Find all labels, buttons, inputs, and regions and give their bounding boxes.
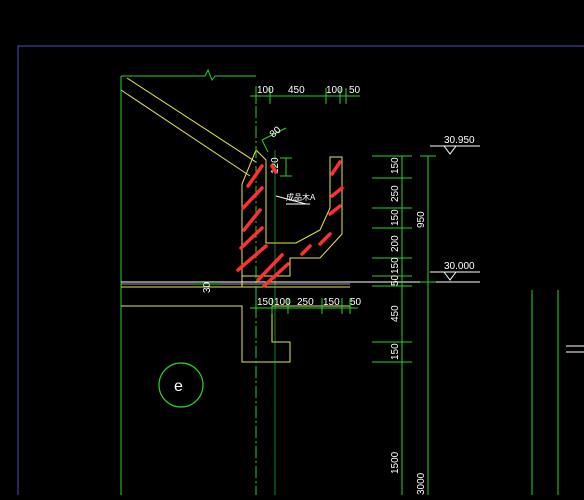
vertical-dimension-chain: [372, 155, 436, 495]
bottom-dim-2: 100: [274, 297, 291, 308]
bottom-dim-1: 150: [257, 297, 274, 308]
cad-drawing: 100 450 100 50 80 120 成品木A 150 100 250 1…: [17, 45, 584, 495]
material-annotation: 成品木A: [286, 192, 316, 202]
overall-height-label: 950: [416, 211, 427, 228]
right-guides: [531, 290, 559, 495]
vdim-5: 150: [390, 257, 401, 274]
elevation-marker-bottom: [430, 271, 480, 281]
bottom-overall-label: 3000: [416, 472, 427, 495]
roof-slope: [120, 77, 257, 177]
vdim-3: 150: [390, 209, 401, 226]
bottom-dim-3: 250: [297, 297, 314, 308]
vdim-4: 200: [390, 235, 401, 252]
slope-thickness-label: 80: [268, 124, 284, 140]
slab-beam: [121, 276, 350, 363]
elevation-bottom-label: 30.000: [444, 261, 475, 272]
vdim-9: 1500: [390, 451, 401, 474]
vdim-6: 50: [390, 274, 401, 286]
bottom-dim-5: 50: [350, 297, 362, 308]
top-dim-2: 450: [288, 85, 305, 96]
grid-axis-label: e: [174, 378, 183, 395]
cad-drawing-canvas[interactable]: 100 450 100 50 80 120 成品木A 150 100 250 1…: [0, 0, 584, 495]
top-dim-1: 100: [257, 85, 274, 96]
left-offset-label: 30: [202, 281, 213, 293]
vdim-1: 150: [390, 157, 401, 174]
elevation-top-label: 30.950: [444, 135, 475, 146]
top-dim-4: 50: [349, 85, 361, 96]
drawing-frame: [17, 45, 584, 495]
top-dim-3: 100: [326, 85, 343, 96]
vdim-2: 250: [390, 185, 401, 202]
bottom-dim-4: 150: [323, 297, 340, 308]
elevation-marker-top: [430, 145, 480, 155]
vdim-7: 450: [390, 305, 401, 322]
vdim-8: 150: [390, 343, 401, 360]
